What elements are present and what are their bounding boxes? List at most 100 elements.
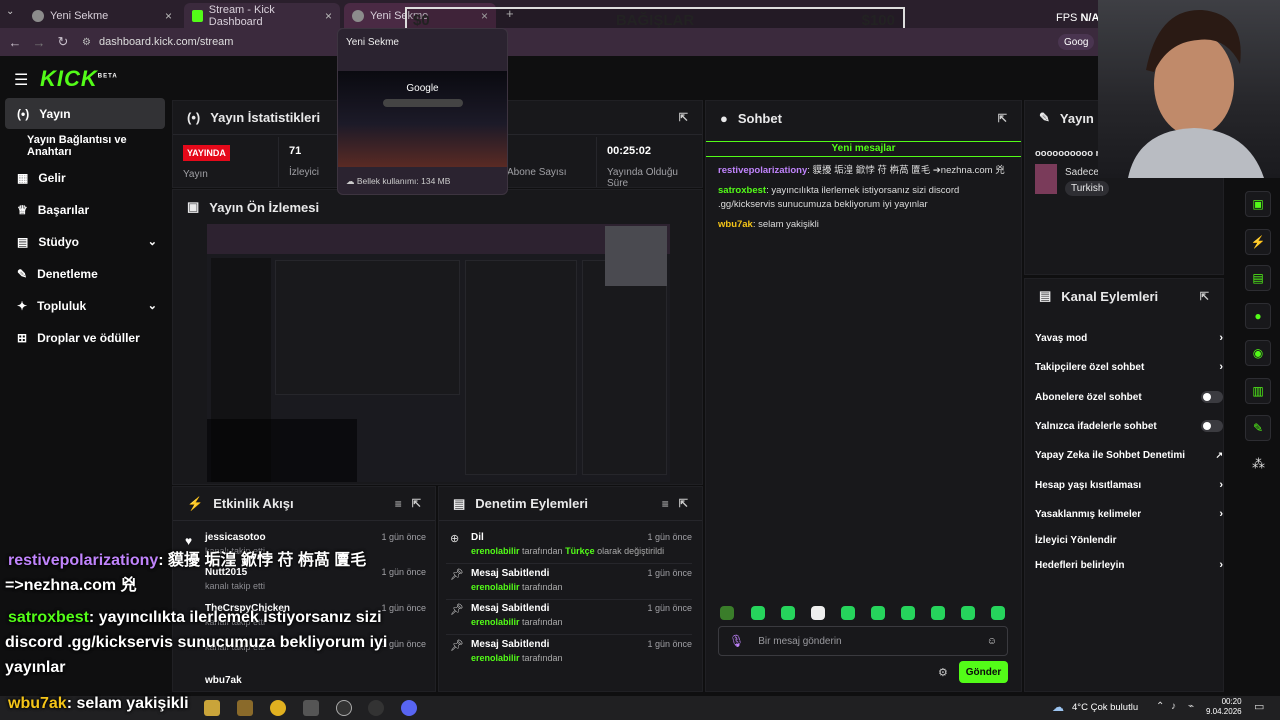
close-icon[interactable]: × bbox=[165, 9, 172, 23]
microphone-icon[interactable]: 🎙︎ bbox=[729, 634, 744, 648]
popout-icon[interactable]: ⇱ bbox=[679, 497, 688, 510]
mod-actor[interactable]: erenolabilir bbox=[471, 582, 520, 592]
action-followers-only[interactable]: Takipçilere özel sohbet › bbox=[1035, 359, 1223, 375]
overlay-username: satroxbest bbox=[8, 609, 89, 626]
mod-rest: tarafından bbox=[522, 617, 563, 627]
url-field[interactable]: ⚙ dashboard.kick.com/stream bbox=[82, 33, 1092, 51]
rail-document-icon[interactable]: ▤ bbox=[1245, 265, 1271, 291]
popout-icon[interactable]: ⇱ bbox=[412, 497, 421, 510]
rail-actions-icon[interactable]: ▥ bbox=[1245, 378, 1271, 404]
weather-text[interactable]: 4°C Çok bulutlu bbox=[1072, 702, 1138, 713]
emote-icon[interactable] bbox=[720, 606, 734, 620]
action-emotes-only[interactable]: Yalnızca ifadelerle sohbet bbox=[1035, 418, 1223, 434]
sidebar-item-gelir[interactable]: ▦ Gelir bbox=[5, 162, 165, 193]
notification-icon[interactable]: ▭ bbox=[1254, 700, 1264, 713]
app-icon[interactable] bbox=[237, 700, 253, 716]
action-subscribers-only[interactable]: Abonelere özel sohbet bbox=[1035, 389, 1223, 405]
tab-new-1[interactable]: Yeni Sekme × bbox=[24, 3, 180, 28]
action-account-age[interactable]: Hesap yaşı kısıtlaması › bbox=[1035, 477, 1223, 493]
moderation-item: 📌︎ Mesaj Sabitlendi erenolabilir tarafın… bbox=[446, 566, 692, 600]
back-icon[interactable]: ← bbox=[3, 35, 27, 50]
action-banned-words[interactable]: Yasaklanmış kelimeler › bbox=[1035, 506, 1223, 522]
bookmark-google[interactable]: Goog bbox=[1058, 34, 1095, 50]
chat-input[interactable]: 🎙︎ Bir mesaj gönderin ☺ bbox=[718, 626, 1008, 656]
tab-kick-dashboard[interactable]: Stream - Kick Dashboard × bbox=[184, 3, 340, 28]
network-icon[interactable]: ⌁ bbox=[1188, 701, 1194, 712]
gift-icon: ⊞ bbox=[17, 330, 28, 345]
rail-wrench-icon[interactable]: ✎ bbox=[1245, 415, 1271, 441]
emote-icon[interactable] bbox=[751, 606, 765, 620]
sidebar-item-denetleme[interactable]: ✎ Denetleme bbox=[5, 258, 165, 289]
action-label: Yalnızca ifadelerle sohbet bbox=[1035, 420, 1157, 432]
chat-username[interactable]: satroxbest bbox=[718, 185, 766, 196]
preview-icon: ▣ bbox=[187, 199, 200, 214]
live-badge: YAYINDA bbox=[183, 145, 230, 161]
toggle-switch[interactable] bbox=[1201, 391, 1223, 403]
popout-icon[interactable]: ⇱ bbox=[998, 112, 1007, 125]
tray-chevron-icon[interactable]: ⌃ bbox=[1156, 701, 1164, 712]
rail-lightning-icon[interactable]: ⚡ bbox=[1245, 229, 1271, 255]
sidebar-item-label: Başarılar bbox=[37, 202, 90, 217]
new-messages-divider[interactable]: Yeni mesajlar bbox=[706, 141, 1021, 157]
filter-icon[interactable]: ≡ bbox=[395, 497, 402, 511]
obs-icon[interactable] bbox=[336, 700, 352, 716]
sidebar-item-droplar[interactable]: ⊞ Droplar ve ödüller bbox=[5, 322, 165, 353]
emote-icon[interactable] bbox=[961, 606, 975, 620]
mod-actor[interactable]: erenolabilir bbox=[471, 653, 520, 663]
kick-logo[interactable]: KICKBETA bbox=[40, 66, 118, 92]
rail-camera-icon[interactable]: ▣ bbox=[1245, 191, 1271, 217]
emote-icon[interactable] bbox=[931, 606, 945, 620]
menu-icon[interactable]: ☰ bbox=[14, 70, 28, 90]
sidebar-item-topluluk[interactable]: ✦ Topluluk ⌄ bbox=[5, 290, 165, 321]
sidebar-item-studyo[interactable]: ▤ Stüdyo ⌄ bbox=[5, 226, 165, 257]
chrome-icon[interactable] bbox=[270, 700, 286, 716]
action-ai-moderation[interactable]: Yapay Zeka ile Sohbet Denetimi ↗ bbox=[1035, 447, 1223, 463]
popout-icon[interactable]: ⇱ bbox=[679, 111, 688, 124]
overlay-username: restivepolarizationy bbox=[8, 552, 159, 569]
overlay-line: wbu7ak: selam yakişikli bbox=[8, 691, 189, 716]
rail-broadcast-icon[interactable]: ◉ bbox=[1245, 340, 1271, 366]
mod-actor[interactable]: erenolabilir bbox=[471, 617, 520, 627]
volume-icon[interactable]: ♪ bbox=[1171, 701, 1176, 712]
chat-username[interactable]: restivepolarizationy bbox=[718, 165, 807, 176]
panel-header: ⚡ Etkinlik Akışı ≡ ⇱ bbox=[173, 487, 435, 521]
sidebar-item-label: Yayın bbox=[39, 106, 71, 121]
close-icon[interactable]: × bbox=[325, 9, 332, 23]
kick-top-nav bbox=[0, 56, 1280, 100]
emote-icon[interactable] bbox=[901, 606, 915, 620]
clock[interactable]: 00:20 9.04.2026 bbox=[1206, 697, 1242, 717]
send-button[interactable]: Gönder bbox=[959, 661, 1008, 683]
reload-icon[interactable]: ↻ bbox=[51, 34, 75, 50]
sidebar-item-stream-key[interactable]: Yayın Bağlantısı ve Anahtarı bbox=[5, 130, 165, 161]
chat-username[interactable]: wbu7ak bbox=[718, 219, 753, 230]
popout-icon[interactable]: ⇱ bbox=[1200, 290, 1209, 303]
emote-icon[interactable] bbox=[781, 606, 795, 620]
settings-gear-icon[interactable]: ⚙ bbox=[938, 666, 948, 679]
emote-icon[interactable] bbox=[991, 606, 1005, 620]
more-dots-icon[interactable]: ⁂ bbox=[1252, 456, 1265, 472]
app-icon[interactable] bbox=[303, 700, 319, 716]
emote-icon[interactable] bbox=[811, 606, 825, 620]
action-redirect[interactable]: İzleyici Yönlendir bbox=[1035, 532, 1223, 548]
sidebar-item-basarilar[interactable]: ♕ Başarılar bbox=[5, 194, 165, 225]
sidebar-item-yayin[interactable]: (•) Yayın bbox=[5, 98, 165, 129]
discord-icon[interactable] bbox=[401, 700, 417, 716]
action-goals[interactable]: Hedefleri belirleyin › bbox=[1035, 557, 1223, 573]
action-slow-mode[interactable]: Yavaş mod › bbox=[1035, 330, 1223, 346]
stream-preview-video[interactable] bbox=[207, 224, 670, 482]
mod-actor[interactable]: erenolabilir bbox=[471, 546, 520, 556]
toggle-switch[interactable] bbox=[1201, 420, 1223, 432]
filter-icon[interactable]: ≡ bbox=[662, 497, 669, 511]
community-icon: ✦ bbox=[17, 298, 28, 313]
forward-icon[interactable]: → bbox=[27, 35, 51, 50]
emoji-icon[interactable]: ☺ bbox=[987, 636, 997, 647]
emote-icon[interactable] bbox=[841, 606, 855, 620]
file-explorer-icon[interactable] bbox=[204, 700, 220, 716]
app-icon[interactable] bbox=[368, 700, 384, 716]
webcam-feed bbox=[1098, 0, 1280, 178]
emote-icon[interactable] bbox=[871, 606, 885, 620]
document-icon: ▤ bbox=[453, 495, 466, 511]
rail-chat-icon[interactable]: ● bbox=[1245, 303, 1271, 329]
site-info-icon[interactable]: ⚙ bbox=[82, 37, 91, 48]
tab-list-chevron-icon[interactable]: ⌄ bbox=[6, 6, 14, 17]
